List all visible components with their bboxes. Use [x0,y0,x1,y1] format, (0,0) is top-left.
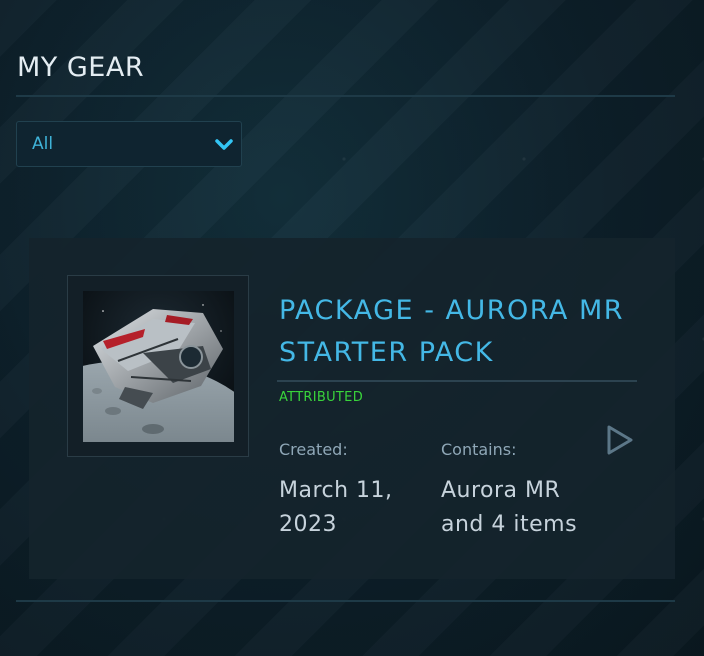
play-icon[interactable] [605,424,635,456]
chevron-down-icon [215,139,233,150]
package-title-divider [277,380,637,382]
contains-label: Contains: [441,440,517,459]
filter-selected-value: All [32,134,54,154]
page-title: MY GEAR [17,52,145,83]
ship-image[interactable] [83,291,234,442]
bottom-divider [16,600,675,602]
status-badge: ATTRIBUTED [279,390,364,405]
gear-filter-select[interactable]: All [16,121,242,167]
created-value: March 11, 2023 [279,478,393,537]
package-card[interactable]: PACKAGE - AURORA MR STARTER PACK ATTRIBU… [29,238,675,579]
created-label: Created: [279,440,348,459]
package-title[interactable]: PACKAGE - AURORA MR STARTER PACK [279,290,649,374]
ship-image-graphic [83,291,234,442]
package-thumbnail-frame [67,275,249,457]
title-divider [16,95,675,97]
contains-value: Aurora MR and 4 items [441,478,578,537]
